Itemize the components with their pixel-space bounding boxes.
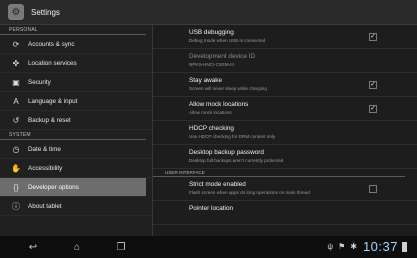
pref-title: HDCP checking xyxy=(189,125,234,132)
sidebar-item-label: Backup & reset xyxy=(28,116,71,124)
bug-icon: ✱ xyxy=(350,242,357,251)
checkbox[interactable]: ✓ xyxy=(369,185,377,193)
section-header-user-interface: USER INTERFACE xyxy=(153,169,405,177)
pref-title: Pointer location xyxy=(189,205,234,212)
sync-icon: ⟳ xyxy=(12,39,20,49)
pref-mock-locations[interactable]: Allow mock locations Allow mock location… xyxy=(153,97,417,121)
section-header-personal: PERSONAL xyxy=(0,25,146,35)
sidebar-item-label: Developer options xyxy=(28,183,79,191)
pref-summary: NPKS-HNCI-C8SM-III xyxy=(189,62,234,67)
sidebar-item-label: Language & input xyxy=(28,97,78,105)
sidebar-item-location[interactable]: ✜ Location services xyxy=(0,54,152,73)
pref-title: USB debugging xyxy=(189,29,234,36)
pref-pointer-location[interactable]: Pointer location xyxy=(153,201,417,225)
pref-usb-debugging[interactable]: USB debugging Debug mode when USB is con… xyxy=(153,25,417,49)
pref-title: Strict mode enabled xyxy=(189,181,246,188)
sidebar-item-backup[interactable]: ↺ Backup & reset xyxy=(0,111,152,130)
clock: 10:37 xyxy=(362,239,398,254)
navigation-bar: ↩ ⌂ ❐ ψ ⚑ ✱ 10:37 xyxy=(0,236,417,258)
sidebar-item-accessibility[interactable]: ✋ Accessibility xyxy=(0,159,152,178)
pref-summary: Flash screen when apps do long operation… xyxy=(189,190,310,195)
pref-summary: Allow mock locations xyxy=(189,110,232,115)
pref-backup-password[interactable]: Desktop backup password Desktop full bac… xyxy=(153,145,417,169)
sidebar-item-date-time[interactable]: ◷ Date & time xyxy=(0,140,152,159)
pref-stay-awake[interactable]: Stay awake Screen will never sleep while… xyxy=(153,73,417,97)
pref-hdcp-checking[interactable]: HDCP checking Use HDCP checking for DRM … xyxy=(153,121,417,145)
status-area[interactable]: ψ ⚑ ✱ 10:37 xyxy=(322,239,407,254)
pref-title: Development device ID xyxy=(189,53,256,60)
checkbox[interactable]: ✓ xyxy=(369,81,377,89)
keyboard-icon: A xyxy=(13,96,19,106)
location-icon: ✜ xyxy=(12,58,20,68)
battery-icon xyxy=(402,241,407,252)
settings-content: USB debugging Debug mode when USB is con… xyxy=(152,25,417,236)
section-header-system: SYSTEM xyxy=(0,130,146,140)
pref-summary: Screen will never sleep while charging xyxy=(189,86,267,91)
checkbox[interactable]: ✓ xyxy=(369,33,377,41)
sidebar-item-label: Date & time xyxy=(28,145,61,153)
sidebar-item-label: Location services xyxy=(28,59,77,67)
sidebar-item-about[interactable]: ⓘ About tablet xyxy=(0,197,152,216)
pref-title: Allow mock locations xyxy=(189,101,249,108)
pref-title: Desktop backup password xyxy=(189,149,264,156)
sidebar: PERSONAL ⟳ Accounts & sync ✜ Location se… xyxy=(0,25,152,236)
home-icon[interactable]: ⌂ xyxy=(66,242,88,253)
info-icon: ⓘ xyxy=(12,201,20,211)
sidebar-item-security[interactable]: ▣ Security xyxy=(0,73,152,92)
sidebar-item-label: About tablet xyxy=(28,202,62,210)
back-icon[interactable]: ↩ xyxy=(22,242,44,253)
pref-title: Stay awake xyxy=(189,77,223,84)
pref-summary: Debug mode when USB is connected xyxy=(189,38,266,43)
debug-icon: ⚑ xyxy=(338,242,346,251)
sidebar-item-language[interactable]: A Language & input xyxy=(0,92,152,111)
pref-strict-mode[interactable]: Strict mode enabled Flash screen when ap… xyxy=(153,177,417,201)
sidebar-item-label: Accessibility xyxy=(28,164,63,172)
pref-summary: Desktop full backups aren't currently pr… xyxy=(189,158,284,163)
usb-icon: ψ xyxy=(327,242,334,251)
checkbox[interactable]: ✓ xyxy=(369,105,377,113)
sidebar-item-label: Accounts & sync xyxy=(28,40,75,48)
sidebar-item-accounts[interactable]: ⟳ Accounts & sync xyxy=(0,35,152,54)
settings-icon: ⚙ xyxy=(8,4,24,20)
hand-icon: ✋ xyxy=(11,163,21,173)
braces-icon: {} xyxy=(13,182,19,192)
pref-device-id: Development device ID NPKS-HNCI-C8SM-III xyxy=(153,49,417,73)
sidebar-item-developer-options[interactable]: {} Developer options xyxy=(0,178,146,197)
recents-icon[interactable]: ❐ xyxy=(110,242,132,253)
title-bar: ⚙ Settings xyxy=(0,0,417,25)
sidebar-item-label: Security xyxy=(28,78,51,86)
backup-icon: ↺ xyxy=(12,115,20,125)
app-title: Settings xyxy=(31,7,60,17)
clock-icon: ◷ xyxy=(12,144,20,154)
lock-icon: ▣ xyxy=(12,77,20,87)
pref-summary: Use HDCP checking for DRM content only xyxy=(189,134,276,139)
